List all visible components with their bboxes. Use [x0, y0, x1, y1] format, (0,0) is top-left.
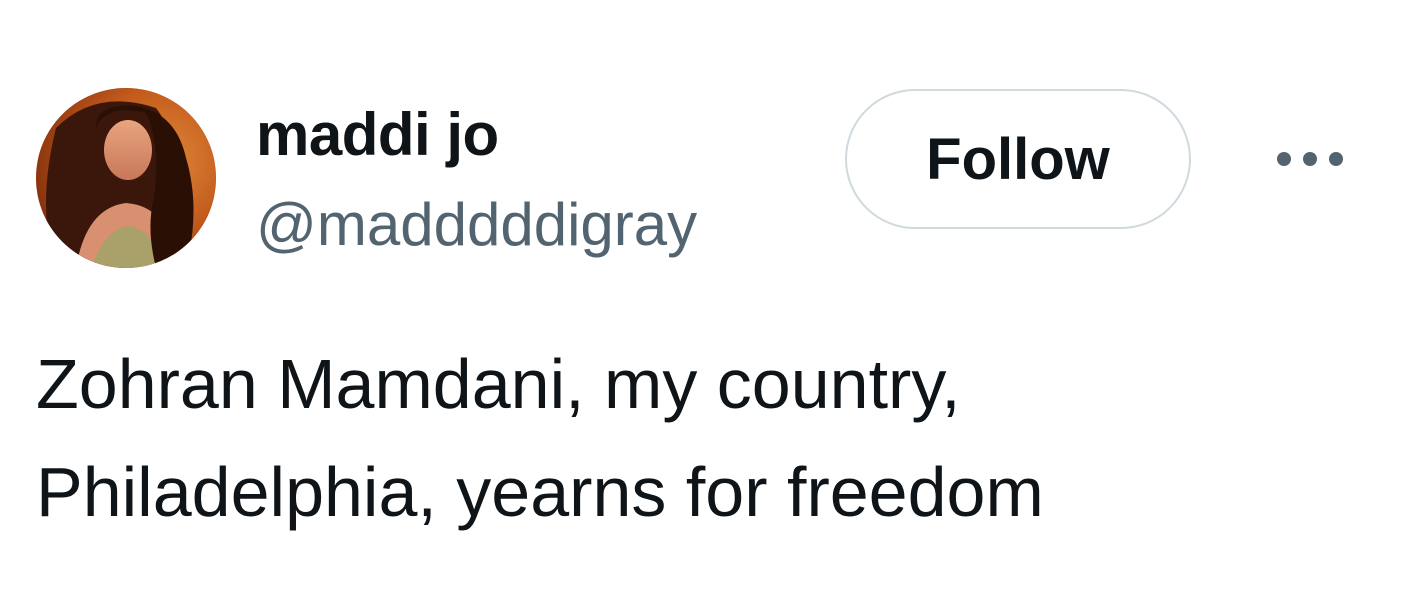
tweet-card: maddi jo @madddddigray Follow Zohran Mam…: [0, 0, 1405, 611]
display-name[interactable]: maddi jo: [256, 100, 499, 170]
tweet-text-line: Philadelphia, yearns for freedom: [36, 453, 1044, 531]
profile-photo-icon: [36, 88, 216, 268]
tweet-text-line: Zohran Mamdani, my country,: [36, 345, 961, 423]
follow-button[interactable]: Follow: [845, 89, 1191, 229]
tweet-text: Zohran Mamdani, my country, Philadelphia…: [36, 330, 1376, 546]
user-handle[interactable]: @madddddigray: [256, 190, 697, 260]
avatar[interactable]: [36, 88, 216, 268]
more-options-button[interactable]: [1268, 134, 1352, 184]
more-options-icon: [1277, 152, 1343, 166]
